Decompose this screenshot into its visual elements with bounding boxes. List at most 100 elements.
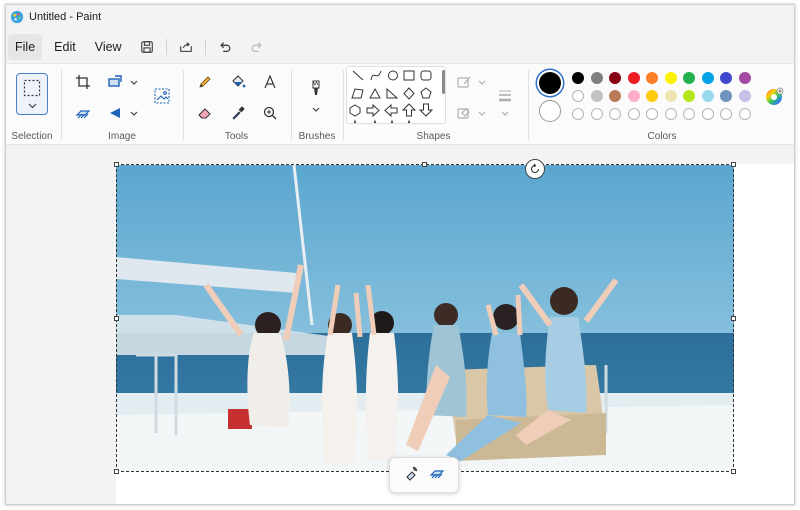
left-arrow-shape[interactable]: [384, 103, 398, 118]
selection-rectangle[interactable]: [114, 159, 736, 474]
rotate-handle[interactable]: [525, 159, 545, 179]
palette-color-swatch[interactable]: [738, 90, 751, 102]
palette-color-swatch[interactable]: [572, 90, 584, 102]
menu-edit[interactable]: Edit: [47, 34, 83, 60]
triangle-shape[interactable]: [369, 87, 381, 99]
palette-color-swatch[interactable]: [683, 72, 695, 84]
rounded-rectangle-shape[interactable]: [420, 70, 432, 81]
rectangle-shape[interactable]: [403, 70, 415, 81]
line-shape[interactable]: [352, 70, 364, 81]
ribbon: Selection Image Tools Brushes Shapes Col…: [6, 63, 794, 145]
palette-color-swatch[interactable]: [590, 90, 603, 102]
quick-access-divider: [165, 39, 167, 55]
shapes-group-label: Shapes: [416, 131, 451, 142]
resize-handle-top-right[interactable]: [731, 162, 736, 167]
hexagon-shape[interactable]: [349, 104, 361, 117]
star-shape[interactable]: [353, 119, 357, 124]
resize-handle-left[interactable]: [114, 316, 119, 321]
outline-button[interactable]: [453, 71, 475, 93]
share-icon: [179, 42, 192, 52]
secondary-color-swatch[interactable]: [539, 100, 561, 122]
remove-background-icon: [406, 466, 418, 481]
right-triangle-shape[interactable]: [386, 87, 399, 99]
palette-color-swatch[interactable]: [664, 90, 677, 102]
star-shape[interactable]: [390, 119, 394, 124]
palette-color-swatch[interactable]: [646, 72, 658, 84]
palette-color-swatch[interactable]: [572, 72, 584, 84]
palette-color-swatch[interactable]: [627, 72, 640, 84]
custom-color-slot[interactable]: [664, 108, 677, 120]
palette-color-swatch[interactable]: [738, 72, 751, 84]
palette-color-swatch[interactable]: [701, 90, 714, 102]
custom-color-slot[interactable]: [590, 108, 603, 120]
chevron-down-icon[interactable]: [478, 79, 486, 87]
save-button[interactable]: [134, 34, 160, 60]
palette-color-swatch[interactable]: [590, 72, 603, 84]
palette-color-swatch[interactable]: [609, 90, 621, 102]
window-title: Untitled - Paint: [29, 11, 102, 23]
palette-color-swatch[interactable]: [720, 90, 732, 102]
undo-icon: [219, 42, 230, 52]
palette-color-swatch[interactable]: [701, 72, 714, 84]
redo-button[interactable]: [244, 34, 270, 60]
palette-color-swatch[interactable]: [627, 90, 640, 102]
custom-color-slot[interactable]: [720, 108, 732, 120]
shape-fill-button[interactable]: [453, 102, 475, 124]
menu-file[interactable]: File: [8, 34, 43, 60]
down-arrow-shape[interactable]: [418, 103, 434, 117]
share-button[interactable]: [173, 34, 199, 60]
title-bar: Untitled - Paint: [6, 5, 794, 29]
remove-background-float-button[interactable]: [403, 465, 419, 486]
menu-view[interactable]: View: [88, 34, 129, 60]
star-shape[interactable]: [373, 119, 377, 124]
colors-group-label: Colors: [647, 131, 677, 142]
outline-icon: [457, 76, 471, 88]
shape-fill-icon: [457, 108, 470, 119]
resize-handle-right[interactable]: [731, 316, 736, 321]
color-wheel-icon[interactable]: [764, 87, 784, 107]
custom-color-slot[interactable]: [609, 108, 621, 120]
primary-color-swatch[interactable]: [539, 72, 561, 94]
curve-shape[interactable]: [370, 70, 382, 81]
canvas-area: [6, 146, 794, 504]
custom-color-slot[interactable]: [627, 108, 640, 120]
size-icon: [499, 90, 511, 102]
resize-handle-top-left[interactable]: [114, 162, 119, 167]
diamond-shape[interactable]: [403, 87, 415, 100]
star-shape[interactable]: [407, 119, 411, 124]
resize-handle-top[interactable]: [422, 162, 427, 167]
shapes-gallery: [346, 66, 446, 124]
palette-color-swatch[interactable]: [664, 72, 677, 84]
palette-color-swatch[interactable]: [609, 72, 621, 84]
custom-color-slot[interactable]: [572, 108, 584, 120]
selection-floating-toolbar: [389, 457, 459, 493]
shapes-group: Shapes: [6, 64, 526, 146]
colors-group: Colors: [529, 64, 794, 146]
palette-color-swatch[interactable]: [720, 72, 732, 84]
erase-selection-float-button[interactable]: [429, 465, 445, 486]
custom-color-slot[interactable]: [701, 108, 714, 120]
resize-handle-bottom-right[interactable]: [731, 469, 736, 474]
resize-handle-bottom-left[interactable]: [114, 469, 119, 474]
save-icon: [140, 41, 153, 53]
palette-color-swatch[interactable]: [683, 90, 695, 102]
right-arrow-shape[interactable]: [366, 103, 380, 118]
eraser-icon: [429, 469, 445, 478]
size-button[interactable]: [493, 84, 517, 108]
custom-color-slot[interactable]: [683, 108, 695, 120]
oval-shape[interactable]: [388, 70, 398, 81]
custom-color-slot[interactable]: [646, 108, 658, 120]
paint-app-icon: [10, 10, 24, 24]
palette-color-swatch[interactable]: [646, 90, 658, 102]
quick-access-divider: [204, 39, 206, 55]
paint-window: Untitled - Paint File Edit View Selectio…: [5, 4, 795, 505]
pentagon-shape[interactable]: [420, 87, 432, 99]
custom-color-slot[interactable]: [738, 108, 751, 120]
undo-button[interactable]: [212, 34, 238, 60]
chevron-down-icon[interactable]: [478, 110, 486, 118]
chevron-down-icon[interactable]: [501, 110, 509, 118]
polygon-shape[interactable]: [351, 88, 364, 99]
up-arrow-shape[interactable]: [401, 103, 417, 117]
shapes-scrollbar[interactable]: [442, 70, 445, 94]
redo-icon: [251, 42, 262, 52]
